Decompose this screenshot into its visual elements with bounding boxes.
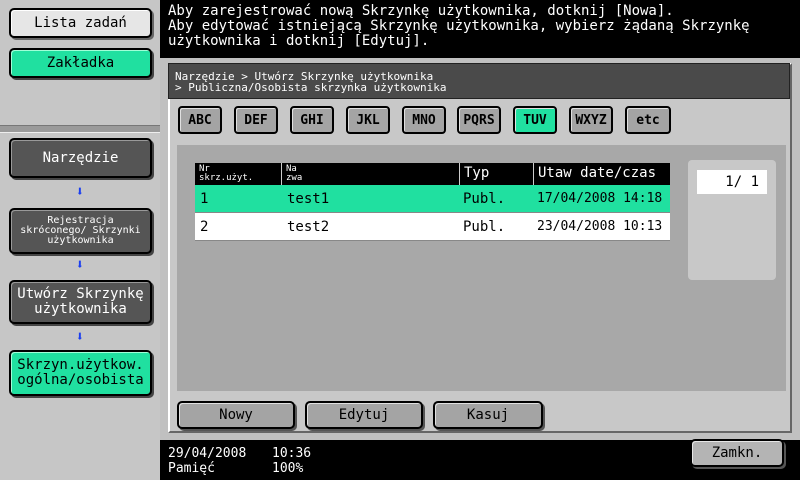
- registration-button[interactable]: Rejestracja skróconego/ Skrzynki użytkow…: [9, 208, 152, 254]
- left-separator: [0, 125, 160, 133]
- arrow-down-icon: ⬇: [75, 329, 85, 345]
- tab-def[interactable]: DEF: [234, 106, 278, 134]
- public-private-box-button[interactable]: Skrzyn.użytkow. ogólna/osobista: [9, 350, 152, 396]
- header-type: Typ: [459, 163, 531, 185]
- edit-button[interactable]: Edytuj: [305, 401, 423, 429]
- breadcrumb-line-2: > Publiczna/Osobista skrzynka użytkownik…: [175, 81, 447, 94]
- instruction-message: Aby zarejestrować nową Skrzynkę użytkown…: [160, 0, 800, 58]
- row-name: test2: [287, 219, 330, 235]
- tab-etc[interactable]: etc: [625, 106, 671, 134]
- header-datetime: Utaw date/czas: [533, 163, 670, 185]
- utility-button[interactable]: Narzędzie: [9, 138, 152, 178]
- header-box-number: Nr skrz.użyt.: [199, 164, 254, 183]
- status-memory-value: 100%: [272, 461, 304, 476]
- row-datetime: 23/04/2008 10:13: [537, 219, 663, 234]
- header-name: Na zwa: [281, 163, 457, 185]
- tab-mno[interactable]: MNO: [402, 106, 446, 134]
- status-date: 29/04/2008: [168, 446, 247, 461]
- row-number: 2: [200, 219, 209, 235]
- user-box-table: Nr skrz.użyt. Na zwa Typ Utaw date/czas 1 …: [195, 163, 670, 241]
- row-type: Publ.: [463, 219, 506, 235]
- row-number: 1: [200, 191, 209, 207]
- page-number: 1/ 1: [697, 170, 767, 194]
- tab-jkl[interactable]: JKL: [346, 106, 390, 134]
- table-header: Nr skrz.użyt. Na zwa Typ Utaw date/czas: [195, 163, 670, 185]
- delete-button[interactable]: Kasuj: [433, 401, 543, 429]
- job-list-button[interactable]: Lista zadań: [9, 8, 152, 38]
- tab-wxyz[interactable]: WXYZ: [569, 106, 613, 134]
- bookmark-button[interactable]: Zakładka: [9, 48, 152, 78]
- arrow-down-icon: ⬇: [75, 257, 85, 273]
- status-values: 10:36 100%: [272, 446, 311, 476]
- status-bar: 29/04/2008 Pamięć 10:36 100%: [160, 440, 680, 480]
- breadcrumb: Narzędzie > Utwórz Skrzynkę użytkownika …: [168, 63, 790, 99]
- new-button[interactable]: Nowy: [177, 401, 295, 429]
- row-name: test1: [287, 191, 330, 207]
- close-button[interactable]: Zamkn.: [690, 439, 784, 467]
- row-type: Publ.: [463, 191, 506, 207]
- table-row[interactable]: 1 test1 Publ. 17/04/2008 14:18: [195, 185, 670, 213]
- create-box-button[interactable]: Utwórz Skrzynkę użytkownika: [9, 280, 152, 324]
- tab-pqrs[interactable]: PQRS: [457, 106, 501, 134]
- tab-tuv[interactable]: TUV: [513, 106, 557, 134]
- status-memory-label: Pamięć: [168, 461, 215, 476]
- row-datetime: 17/04/2008 14:18: [537, 191, 663, 206]
- left-panel: Lista zadań Zakładka Narzędzie ⬇ Rejestr…: [0, 0, 160, 480]
- tab-ghi[interactable]: GHI: [290, 106, 334, 134]
- table-row[interactable]: 2 test2 Publ. 23/04/2008 10:13: [195, 213, 670, 241]
- tab-abc[interactable]: ABC: [178, 106, 222, 134]
- arrow-down-icon: ⬇: [75, 184, 85, 200]
- status-time: 10:36: [272, 446, 312, 461]
